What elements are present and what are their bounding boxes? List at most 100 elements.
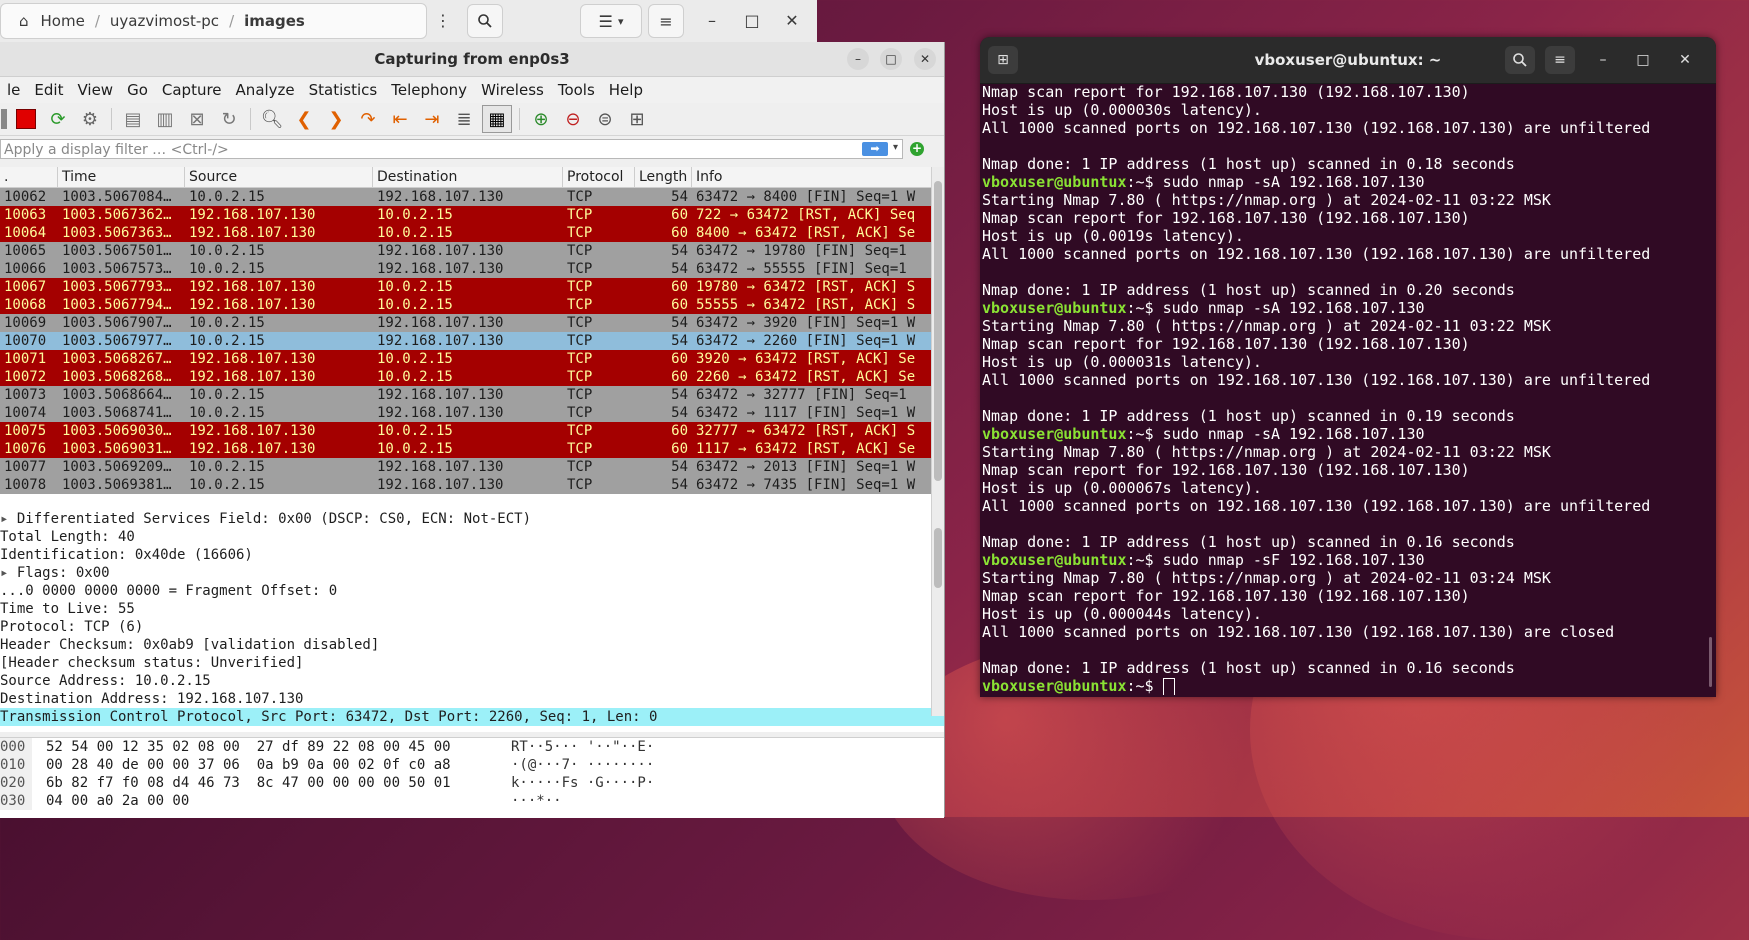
menu-item-capture[interactable]: Capture xyxy=(155,81,229,99)
normal-size-icon[interactable]: ⊜ xyxy=(591,106,619,132)
capture-options-icon[interactable]: ⚙ xyxy=(76,106,104,132)
table-row[interactable]: 10069 1003.5067907… 10.0.2.15 192.168.107.1… xyxy=(0,314,944,332)
hamburger-menu-button[interactable]: ≡ xyxy=(648,4,684,38)
maximize-button[interactable]: □ xyxy=(735,4,769,36)
column-header[interactable]: Source xyxy=(185,167,373,187)
detail-row[interactable]: Total Length: 40 xyxy=(0,528,944,546)
table-row[interactable]: 10070 1003.5067977… 10.0.2.15 192.168.107.1… xyxy=(0,332,944,350)
go-first-icon[interactable]: ⇤ xyxy=(386,106,414,132)
close-file-icon[interactable]: ⊠ xyxy=(183,106,211,132)
table-row[interactable]: 10063 1003.5067362… 192.168.107.130 10.0.2.… xyxy=(0,206,944,224)
minimize-button[interactable]: – xyxy=(1588,46,1618,74)
breadcrumb-folder[interactable]: uyazvimost-pc xyxy=(104,12,225,30)
detail-row[interactable]: Identification: 0x40de (16606) xyxy=(0,546,944,564)
find-packet-icon[interactable]: 🔍︎ xyxy=(258,106,286,132)
zoom-out-icon[interactable]: ⊖ xyxy=(559,106,587,132)
hamburger-menu-button[interactable]: ≡ xyxy=(1545,46,1575,74)
filter-dropdown-icon[interactable]: ▾ xyxy=(893,142,898,153)
minimize-button[interactable]: – xyxy=(847,48,869,70)
autoscroll-icon[interactable]: ≣ xyxy=(450,106,478,132)
column-header[interactable]: . xyxy=(0,167,58,187)
minimize-button[interactable]: – xyxy=(695,4,729,36)
menu-item-telephony[interactable]: Telephony xyxy=(384,81,474,99)
search-button[interactable] xyxy=(467,4,503,38)
detail-row[interactable]: Time to Live: 55 xyxy=(0,600,944,618)
table-row[interactable]: 10077 1003.5069209… 10.0.2.15 192.168.107.1… xyxy=(0,458,944,476)
table-row[interactable]: 10073 1003.5068664… 10.0.2.15 192.168.107.1… xyxy=(0,386,944,404)
hex-row[interactable]: 030 04 00 a0 2a 00 00 ···*·· xyxy=(0,792,944,810)
go-back-icon[interactable]: ❮ xyxy=(290,106,318,132)
expand-arrow-icon[interactable]: ▸ xyxy=(0,511,17,527)
scrollbar-thumb[interactable] xyxy=(934,181,942,481)
table-row[interactable]: 10076 1003.5069031… 192.168.107.130 10.0.2.… xyxy=(0,440,944,458)
menu-kebab-icon[interactable]: ⋮ xyxy=(426,4,460,36)
table-row[interactable]: 10067 1003.5067793… 192.168.107.130 10.0.2.… xyxy=(0,278,944,296)
hex-row[interactable]: 000 52 54 00 12 35 02 08 00 27 df 89 22 0… xyxy=(0,738,944,756)
table-row[interactable]: 10072 1003.5068268… 192.168.107.130 10.0.2.… xyxy=(0,368,944,386)
column-header[interactable]: Time xyxy=(58,167,185,187)
go-to-packet-icon[interactable]: ↷ xyxy=(354,106,382,132)
table-row[interactable]: 10075 1003.5069030… 192.168.107.130 10.0.2.… xyxy=(0,422,944,440)
packet-list-scrollbar[interactable] xyxy=(931,167,944,547)
table-row[interactable]: 10068 1003.5067794… 192.168.107.130 10.0.2.… xyxy=(0,296,944,314)
detail-row[interactable]: Source Address: 10.0.2.15 xyxy=(0,672,944,690)
breadcrumb-home[interactable]: Home xyxy=(35,12,91,30)
save-file-icon[interactable]: ▥ xyxy=(151,106,179,132)
detail-row[interactable]: ▸ Differentiated Services Field: 0x00 (D… xyxy=(0,510,944,528)
expand-arrow-icon[interactable]: ▸ xyxy=(0,565,17,581)
table-row[interactable]: 10066 1003.5067573… 10.0.2.15 192.168.107.1… xyxy=(0,260,944,278)
detail-row[interactable]: [Header checksum status: Unverified] xyxy=(0,654,944,672)
column-header[interactable]: Protocol xyxy=(563,167,635,187)
start-capture-icon[interactable] xyxy=(0,106,8,132)
colorize-icon[interactable]: ▦ xyxy=(482,105,512,133)
restart-capture-icon[interactable]: ⟳ xyxy=(44,106,72,132)
apply-filter-arrow-icon[interactable]: ➡ xyxy=(862,142,888,156)
detail-row[interactable]: Destination Address: 192.168.107.130 xyxy=(0,690,944,708)
menu-item-view[interactable]: View xyxy=(70,81,120,99)
column-header[interactable]: Info xyxy=(692,167,944,187)
menu-item-analyze[interactable]: Analyze xyxy=(229,81,302,99)
add-filter-button-icon[interactable]: + xyxy=(910,142,924,156)
stop-capture-icon[interactable] xyxy=(12,106,40,132)
detail-row[interactable]: Transmission Control Protocol, Src Port:… xyxy=(0,708,944,726)
detail-row[interactable]: Header Checksum: 0x0ab9 [validation disa… xyxy=(0,636,944,654)
detail-row[interactable]: ▸ Flags: 0x00 xyxy=(0,564,944,582)
resize-columns-icon[interactable]: ⊞ xyxy=(623,106,651,132)
maximize-button[interactable]: □ xyxy=(880,48,902,70)
display-filter-input[interactable]: Apply a display filter … <Ctrl-/> xyxy=(0,139,903,159)
open-file-icon[interactable]: ▤ xyxy=(119,106,147,132)
search-button[interactable] xyxy=(1505,46,1535,74)
go-last-icon[interactable]: ⇥ xyxy=(418,106,446,132)
menu-item-statistics[interactable]: Statistics xyxy=(302,81,385,99)
table-row[interactable]: 10078 1003.5069381… 10.0.2.15 192.168.107.1… xyxy=(0,476,944,494)
terminal-scrollbar[interactable] xyxy=(1709,637,1712,687)
maximize-button[interactable]: □ xyxy=(1628,46,1658,74)
menu-item-go[interactable]: Go xyxy=(120,81,155,99)
view-list-button[interactable]: ☰ ▾ xyxy=(580,4,642,38)
table-row[interactable]: 10071 1003.5068267… 192.168.107.130 10.0.2.… xyxy=(0,350,944,368)
details-scrollbar[interactable] xyxy=(931,510,944,716)
terminal-output[interactable]: Nmap scan report for 192.168.107.130 (19… xyxy=(980,83,1716,697)
table-row[interactable]: 10074 1003.5068741… 10.0.2.15 192.168.107.1… xyxy=(0,404,944,422)
close-button[interactable]: ✕ xyxy=(914,48,936,70)
detail-row[interactable]: Protocol: TCP (6) xyxy=(0,618,944,636)
scrollbar-thumb[interactable] xyxy=(934,528,942,588)
reload-file-icon[interactable]: ↻ xyxy=(215,106,243,132)
menu-item-wireless[interactable]: Wireless xyxy=(474,81,551,99)
hex-row[interactable]: 010 00 28 40 de 00 00 37 06 0a b9 0a 00 0… xyxy=(0,756,944,774)
table-row[interactable]: 10064 1003.5067363… 192.168.107.130 10.0.2.… xyxy=(0,224,944,242)
menu-item-le[interactable]: le xyxy=(0,81,27,99)
table-row[interactable]: 10065 1003.5067501… 10.0.2.15 192.168.107.1… xyxy=(0,242,944,260)
close-button[interactable]: ✕ xyxy=(1670,46,1700,74)
hex-row[interactable]: 020 6b 82 f7 f0 08 d4 46 73 8c 47 00 00 0… xyxy=(0,774,944,792)
column-header[interactable]: Length xyxy=(635,167,692,187)
detail-row[interactable]: ...0 0000 0000 0000 = Fragment Offset: 0 xyxy=(0,582,944,600)
column-header[interactable]: Destination xyxy=(373,167,563,187)
go-forward-icon[interactable]: ❯ xyxy=(322,106,350,132)
menu-item-edit[interactable]: Edit xyxy=(27,81,70,99)
menu-item-help[interactable]: Help xyxy=(602,81,650,99)
breadcrumb-current[interactable]: images xyxy=(238,12,311,30)
close-button[interactable]: ✕ xyxy=(775,4,809,36)
table-row[interactable]: 10062 1003.5067084… 10.0.2.15 192.168.107.1… xyxy=(0,188,944,206)
zoom-in-icon[interactable]: ⊕ xyxy=(527,106,555,132)
